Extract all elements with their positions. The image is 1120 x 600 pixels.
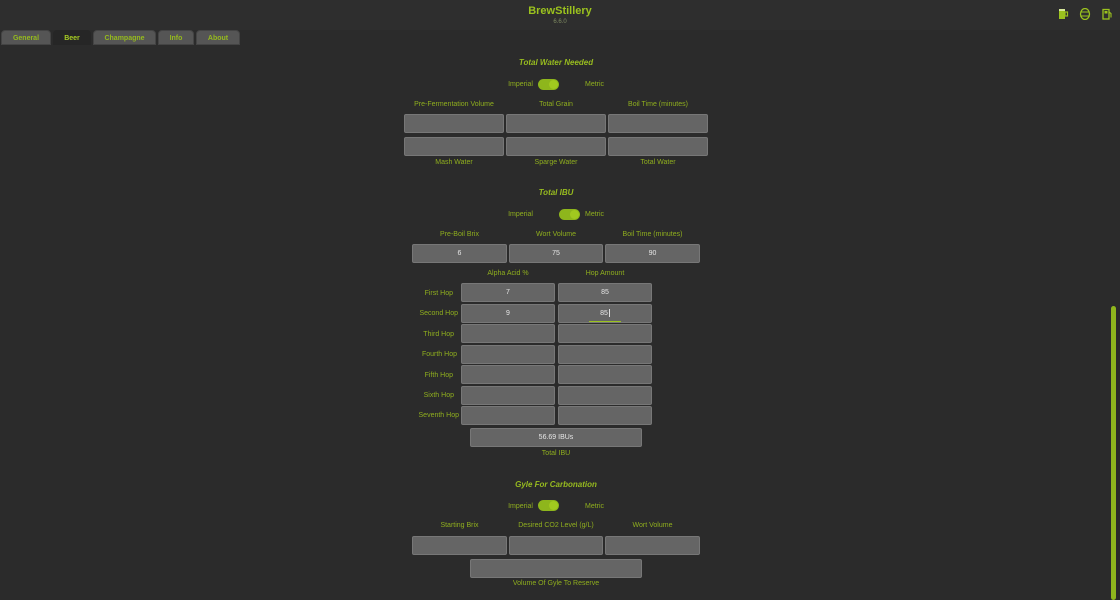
gyle-volume-output [470,559,642,578]
second-hop-alpha-input[interactable]: 9 [461,304,555,323]
barrel-icon[interactable] [1079,8,1091,20]
fifth-hop-alpha-input[interactable] [461,365,555,384]
desired-co2-label: Desired CO2 Level (g/L) [518,522,594,529]
second-hop-label: Second Hop [419,310,458,317]
gyle-section-title: Gyle For Carbonation [515,480,597,489]
wort-volume-label: Wort Volume [536,231,576,238]
third-hop-alpha-input[interactable] [461,324,555,343]
pre-boil-brix-input[interactable]: 6 [412,244,507,263]
wort-volume-input[interactable]: 75 [509,244,603,263]
vertical-scrollbar[interactable] [1111,306,1116,600]
total-water-label: Total Water [640,159,676,166]
gyle-volume-label: Volume Of Gyle To Reserve [512,580,600,587]
gyle-unit-toggle[interactable] [538,500,559,511]
sparge-water-label: Sparge Water [534,159,578,166]
fourth-hop-amount-input[interactable] [558,345,652,364]
starting-brix-label: Starting Brix [440,522,479,529]
tab-bar: General Beer Champagne Info About [0,30,1120,45]
first-hop-label: First Hop [424,290,453,297]
first-hop-amount-input[interactable]: 85 [558,283,652,302]
water-boil-time-label: Boil Time (minutes) [628,101,688,108]
total-grain-input[interactable] [506,114,606,133]
pre-fermentation-volume-input[interactable] [404,114,504,133]
app-title: BrewStillery [528,5,592,17]
sixth-hop-alpha-input[interactable] [461,386,555,405]
ibu-section-title: Total IBU [538,188,574,197]
mash-water-output [404,137,504,156]
sixth-hop-amount-input[interactable] [558,386,652,405]
alpha-acid-column-label: Alpha Acid % [487,270,529,277]
fourth-hop-label: Fourth Hop [421,351,457,358]
ibu-boil-time-input[interactable]: 90 [605,244,700,263]
ibu-unit-toggle[interactable] [559,209,580,220]
text-cursor [608,309,610,318]
first-hop-alpha-input[interactable]: 7 [461,283,555,302]
total-ibu-output: 56.69 IBUs [470,428,642,447]
water-imperial-label: Imperial [508,81,533,88]
total-grain-label: Total Grain [539,101,573,108]
gyle-wort-volume-label: Wort Volume [632,522,673,529]
water-section-title: Total Water Needed [518,58,594,67]
tab-general[interactable]: General [1,30,51,45]
hop-amount-column-label: Hop Amount [585,270,625,277]
fuel-pump-icon[interactable] [1101,8,1113,20]
gyle-metric-label: Metric [585,503,605,510]
tab-info[interactable]: Info [158,30,194,45]
total-ibu-label: Total IBU [541,450,571,457]
seventh-hop-alpha-input[interactable] [461,406,555,425]
fifth-hop-label: Fifth Hop [424,372,453,379]
water-metric-label: Metric [585,81,605,88]
water-boil-time-input[interactable] [608,114,708,133]
gyle-wort-volume-input[interactable] [605,536,700,555]
fourth-hop-alpha-input[interactable] [461,345,555,364]
focus-underline [589,321,621,322]
pre-fermentation-volume-label: Pre-Fermentation Volume [414,101,494,108]
desired-co2-input[interactable] [509,536,603,555]
ibu-imperial-label: Imperial [508,211,533,218]
fifth-hop-amount-input[interactable] [558,365,652,384]
third-hop-label: Third Hop [423,331,454,338]
sparge-water-output [506,137,606,156]
mash-water-label: Mash Water [435,159,473,166]
second-hop-amount-value: 85 [600,310,608,317]
third-hop-amount-input[interactable] [558,324,652,343]
gyle-imperial-label: Imperial [508,503,533,510]
sixth-hop-label: Sixth Hop [423,392,454,399]
seventh-hop-amount-input[interactable] [558,406,652,425]
starting-brix-input[interactable] [412,536,507,555]
pre-boil-brix-label: Pre-Boil Brix [440,231,479,238]
title-bar: BrewStillery 6.6.0 [0,0,1120,30]
water-unit-toggle[interactable] [538,79,559,90]
tab-champagne[interactable]: Champagne [93,30,156,45]
app-version: 6.6.0 [553,19,567,25]
ibu-metric-label: Metric [585,211,605,218]
tab-about[interactable]: About [196,30,240,45]
seventh-hop-label: Seventh Hop [418,412,459,419]
tab-beer[interactable]: Beer [53,30,91,45]
ibu-boil-time-label: Boil Time (minutes) [622,231,683,238]
total-water-output [608,137,708,156]
beer-mug-icon[interactable] [1057,8,1069,20]
